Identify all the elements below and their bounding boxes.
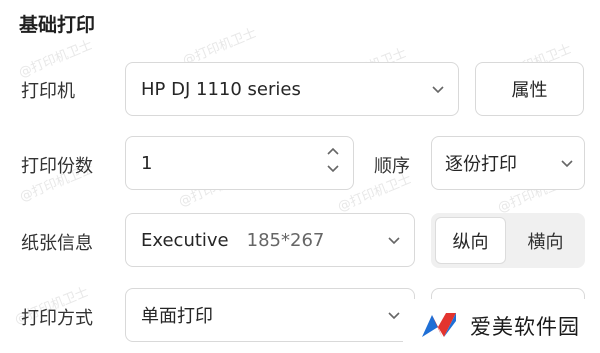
copies-input[interactable]: 1 [125,136,354,190]
order-select[interactable]: 逐份打印 [431,136,585,190]
chevron-down-icon [388,312,400,320]
print-mode-value: 单面打印 [141,306,213,327]
properties-button[interactable]: 属性 [475,62,584,116]
paper-size-dims: 185*267 [246,229,325,251]
chevron-down-icon [561,160,573,168]
copies-value: 1 [141,152,153,174]
chevron-down-icon [388,237,400,245]
print-mode-label: 打印方式 [21,308,93,329]
order-select-value: 逐份打印 [445,154,517,175]
stepper-icon[interactable] [327,146,339,174]
orientation-landscape-button[interactable]: 横向 [510,217,581,264]
printer-select-value: HP DJ 1110 series [141,78,301,100]
paper-size-select[interactable]: Executive 185*267 [125,213,415,267]
printer-select[interactable]: HP DJ 1110 series [125,62,459,116]
paper-size-name: Executive [141,229,229,251]
orientation-toggle: 纵向 横向 [431,213,585,268]
print-mode-select[interactable]: 单面打印 [125,288,415,342]
section-title: 基础打印 [19,14,96,36]
brand-name: 爱美软件园 [470,315,580,339]
printer-label: 打印机 [21,81,75,102]
paper-label: 纸张信息 [21,233,93,254]
chevron-down-icon [432,86,444,94]
order-label: 顺序 [374,156,410,177]
watermark: @打印机卫士 [16,37,95,81]
orientation-portrait-button[interactable]: 纵向 [435,217,506,264]
brand-badge: 爱美软件园 [403,299,600,353]
copies-label: 打印份数 [21,156,93,177]
brand-logo-icon [420,307,458,345]
